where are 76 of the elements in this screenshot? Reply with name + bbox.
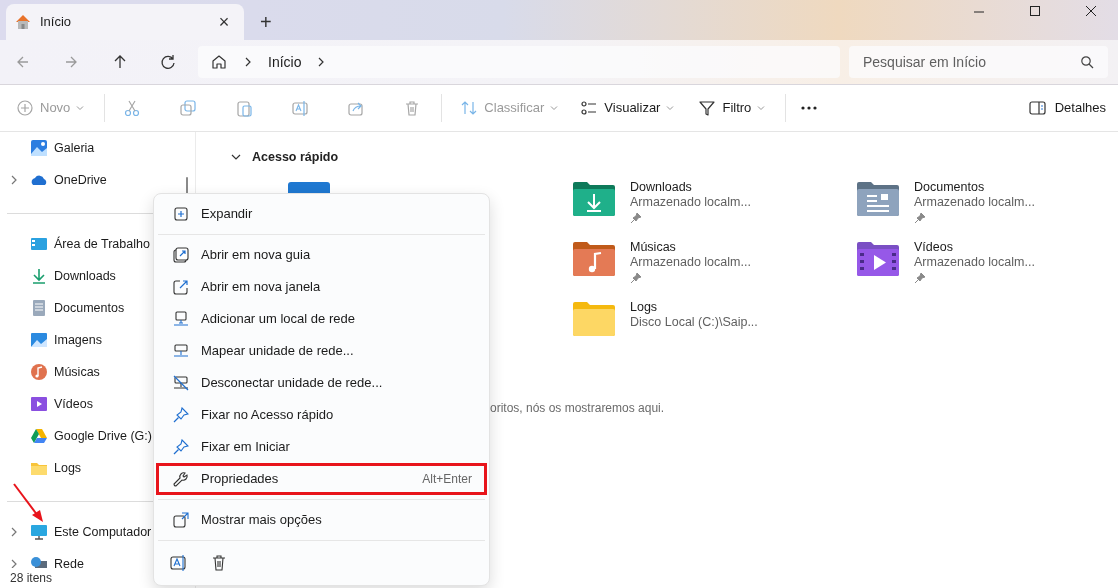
tab[interactable]: Início ×: [6, 4, 244, 40]
folder-icon: [573, 302, 615, 336]
more-button[interactable]: [800, 105, 819, 111]
search-field[interactable]: Pesquisar em Início: [849, 46, 1108, 78]
toolbar-button[interactable]: Filtro: [694, 94, 770, 122]
music-icon: [30, 363, 48, 381]
document-icon: [30, 299, 48, 317]
tile-name: Logs: [630, 300, 659, 315]
pin-icon: [173, 439, 189, 455]
annotation-arrow: [12, 482, 46, 524]
copy-icon: [179, 99, 198, 117]
tile-name: Vídeos: [914, 240, 954, 255]
tile-subtitle: Armazenado localm...: [630, 255, 751, 270]
more-icon: [800, 105, 819, 111]
new-tab-icon: [173, 247, 189, 263]
tile-subtitle: Armazenado localm...: [914, 195, 1035, 210]
computer-icon: [30, 523, 48, 541]
new-tab-button[interactable]: +: [260, 12, 272, 32]
open-external-icon: [173, 279, 189, 295]
menu-item[interactable]: Expandir: [156, 198, 487, 230]
view-list-icon: [580, 99, 599, 117]
video-folder-icon: [857, 242, 899, 276]
tile-subtitle: Armazenado localm...: [914, 255, 1035, 270]
address-bar[interactable]: Início: [198, 46, 840, 78]
plus-box-icon: [173, 206, 189, 222]
status-text: 28 itens: [9, 570, 54, 587]
wrench-icon: [173, 471, 189, 487]
menu-item[interactable]: Propriedades Alt+Enter: [156, 463, 487, 495]
sidebar-item[interactable]: Rede: [0, 548, 195, 568]
download-icon: [30, 267, 48, 285]
folder-tile[interactable]: Documentos Armazenado localm...: [857, 180, 1057, 240]
filter-icon: [698, 99, 717, 117]
drive-triangle-icon: [30, 427, 48, 445]
tile-name: Downloads: [630, 180, 693, 195]
desktop-icon: [30, 235, 48, 253]
shortcut-text: Alt+Enter: [422, 471, 472, 488]
clipboard-icon: [235, 99, 254, 117]
tile-subtitle: Armazenado localm...: [630, 195, 751, 210]
tile-name: Documentos: [914, 180, 986, 195]
folder-tile[interactable]: Downloads Armazenado localm...: [573, 180, 857, 240]
breadcrumb[interactable]: Início: [268, 51, 302, 73]
gallery-icon: [30, 139, 48, 157]
folder-tile[interactable]: Logs Disco Local (C:)\Saip...: [573, 300, 857, 360]
disconnect-drive-icon: [173, 375, 189, 391]
download-folder-icon: [573, 182, 615, 216]
tile-subtitle: Disco Local (C:)\Saip...: [630, 315, 758, 330]
network-drive-icon: [173, 343, 189, 359]
network-icon: [30, 555, 48, 568]
details-button[interactable]: Detalhes: [1028, 98, 1106, 118]
expand-window-icon: [173, 512, 189, 528]
hint-text: oritos, nós os mostraremos aqui.: [490, 400, 665, 417]
video-icon: [30, 395, 48, 413]
sidebar-item[interactable]: Galeria: [0, 132, 195, 164]
search-icon[interactable]: [1080, 55, 1094, 69]
details-pane-icon: [1028, 100, 1047, 116]
image-icon: [30, 331, 48, 349]
folder-tile[interactable]: Vídeos Armazenado localm...: [857, 240, 1057, 300]
toolbar-button[interactable]: Visualizar: [576, 94, 679, 122]
pin-icon: [173, 407, 189, 423]
rename-icon: [291, 99, 310, 117]
document-folder-icon: [857, 182, 899, 216]
rename-icon[interactable]: [170, 554, 188, 572]
scissors-icon: [123, 99, 142, 117]
add-icon: [16, 99, 34, 117]
network-monitor-icon: [173, 311, 189, 327]
home-icon: [14, 13, 32, 31]
tile-name: Músicas: [630, 240, 677, 255]
tab-title: Início: [40, 13, 73, 32]
section-title[interactable]: Acesso rápido: [252, 147, 339, 167]
folder-tile[interactable]: Músicas Armazenado localm...: [573, 240, 857, 300]
music-folder-icon: [573, 242, 615, 276]
sort-icon: [460, 99, 479, 117]
trash-icon[interactable]: [210, 554, 228, 572]
home-icon[interactable]: [210, 53, 228, 71]
close-tab-button[interactable]: ×: [212, 13, 236, 31]
sidebar-item[interactable]: OneDrive: [0, 164, 195, 196]
